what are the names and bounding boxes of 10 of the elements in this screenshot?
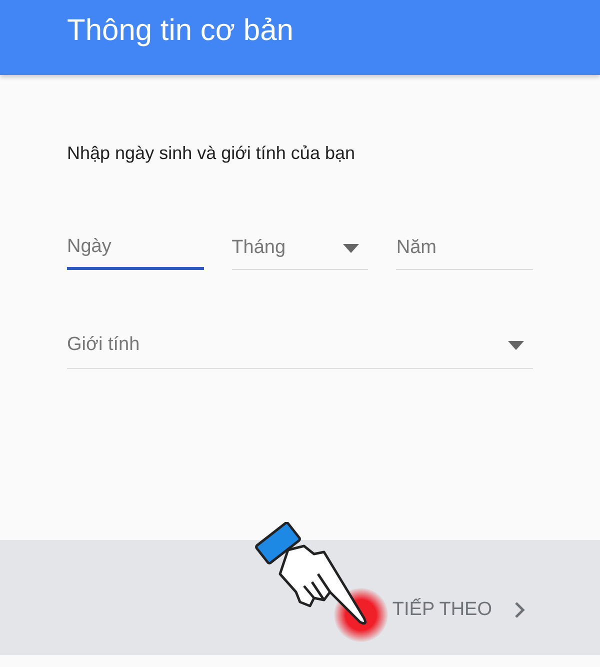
caret-icon	[342, 242, 360, 252]
dropdown-field[interactable]: Tháng	[232, 226, 368, 270]
dropdown-field[interactable]: Giới tính	[67, 322, 533, 369]
caret-icon	[507, 340, 525, 350]
input-field[interactable]: Năm	[396, 226, 534, 270]
page-title: Thông tin cơ bản	[67, 14, 294, 48]
input-field[interactable]: Ngày	[67, 226, 204, 270]
chevron-right-icon	[514, 600, 526, 618]
instruction-text: Nhập ngày sinh và giới tính của bạn	[67, 143, 356, 164]
next-button[interactable]: TIẾP THEO	[388, 592, 530, 626]
